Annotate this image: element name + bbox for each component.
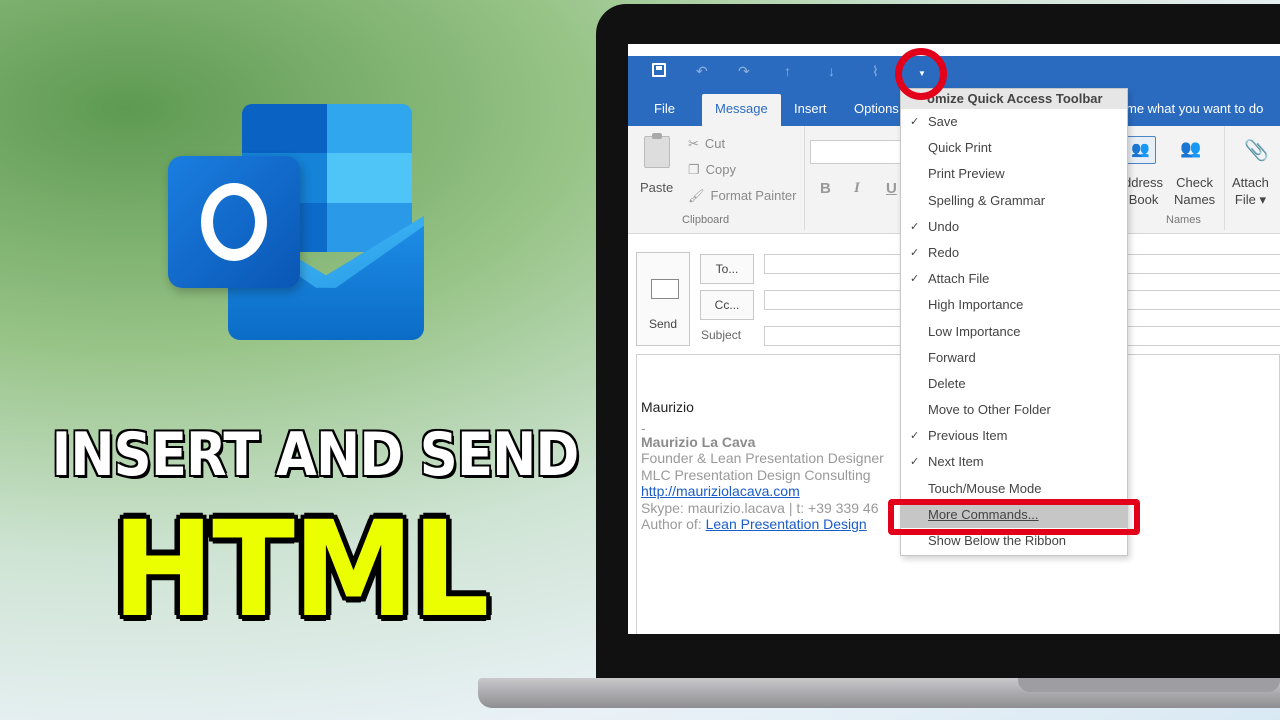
menu-item-label: High Importance	[928, 297, 1024, 313]
names-group-label: Names	[1166, 214, 1201, 226]
menu-item-undo[interactable]: ✓ Undo	[901, 214, 1127, 240]
menu-item-label: Touch/Mouse Mode	[928, 480, 1042, 496]
menu-item-move-to-other-folder[interactable]: Move to Other Folder	[901, 397, 1127, 423]
menu-item-save[interactable]: ✓ Save	[901, 109, 1127, 135]
checkmark-icon: ✓	[910, 220, 920, 233]
italic-button[interactable]: I	[854, 180, 860, 197]
signature-book-link[interactable]: Lean Presentation Design	[706, 516, 867, 532]
menu-item-next-item[interactable]: ✓ Next Item	[901, 449, 1127, 475]
menu-item-previous-item[interactable]: ✓ Previous Item	[901, 423, 1127, 449]
check-names-button[interactable]: Check Names	[1174, 174, 1215, 208]
outlook-logo	[168, 104, 424, 340]
headline-line-1: INSERT AND SEND	[50, 419, 580, 492]
menu-item-label: Low Importance	[928, 323, 1021, 339]
brush-icon: 🖌	[688, 188, 705, 203]
logo-o-badge-icon	[168, 156, 300, 288]
address-book-button[interactable]: ddress Book	[1124, 174, 1163, 208]
menu-item-label: Move to Other Folder	[928, 402, 1051, 418]
customize-qat-dropdown-icon[interactable]: ▼	[918, 69, 926, 78]
underline-button[interactable]: U	[886, 180, 897, 197]
menu-item-label: Print Preview	[928, 166, 1005, 182]
undo-icon[interactable]: ↶	[696, 63, 708, 79]
subject-label: Subject	[701, 328, 742, 342]
checkmark-icon: ✓	[910, 430, 920, 443]
previous-item-icon[interactable]: ↑	[784, 63, 791, 79]
checkmark-icon: ✓	[910, 273, 920, 286]
address-book-icon[interactable]	[1126, 136, 1156, 164]
paperclip-icon[interactable]	[1240, 136, 1270, 164]
attach-file-button[interactable]: Attach File ▾	[1232, 174, 1269, 208]
highlight-circle: ▼	[895, 48, 947, 100]
menu-item-label: Next Item	[928, 454, 984, 470]
attach-file-icon[interactable]: ⌇	[872, 63, 879, 79]
menu-item-forward[interactable]: Forward	[901, 345, 1127, 371]
ribbon-separator	[1224, 126, 1225, 230]
menu-item-print-preview[interactable]: Print Preview	[901, 161, 1127, 187]
menu-item-delete[interactable]: Delete	[901, 371, 1127, 397]
menu-item-label: Save	[928, 114, 958, 129]
checkmark-icon: ✓	[910, 456, 920, 469]
menu-item-label: Quick Print	[928, 140, 992, 156]
cut-button[interactable]: ✂ Cut	[688, 136, 725, 152]
menu-item-label: Show Below the Ribbon	[928, 533, 1067, 548]
format-painter-button[interactable]: 🖌 Format Painter	[688, 188, 797, 204]
menu-item-quick-print[interactable]: Quick Print	[901, 135, 1127, 161]
tab-options[interactable]: Options	[854, 101, 899, 116]
bold-button[interactable]: B	[820, 180, 831, 197]
menu-item-attach-file[interactable]: ✓ Attach File	[901, 266, 1127, 292]
scissors-icon: ✂	[688, 136, 699, 151]
signature-website-link[interactable]: http://mauriziolacava.com	[641, 483, 800, 499]
menu-item-label: Undo	[928, 218, 960, 234]
redo-icon[interactable]: ↷	[738, 63, 750, 79]
paste-button[interactable]: Paste	[640, 180, 673, 195]
customize-qat-menu: omize Quick Access Toolbar ✓ Save Quick Pr…	[900, 88, 1128, 556]
ribbon-separator	[804, 126, 805, 230]
tab-insert[interactable]: Insert	[794, 101, 827, 116]
copy-icon: ❐	[688, 162, 700, 177]
cc-button[interactable]: Cc...	[700, 290, 754, 320]
tab-message[interactable]: Message	[702, 94, 781, 126]
quick-access-toolbar: ↶ ↷ ↑ ↓ ⌇	[628, 56, 1280, 86]
menu-item-spelling-grammar[interactable]: Spelling & Grammar	[901, 188, 1127, 214]
send-button[interactable]: Send	[636, 252, 690, 346]
check-names-icon[interactable]	[1176, 136, 1206, 164]
next-item-icon[interactable]: ↓	[828, 63, 835, 79]
save-icon[interactable]	[652, 63, 666, 77]
to-button[interactable]: To...	[700, 254, 754, 284]
tab-file[interactable]: File	[654, 101, 675, 116]
tell-me-search[interactable]: me what you want to do	[1126, 101, 1263, 116]
highlight-rectangle	[888, 499, 1140, 535]
laptop-notch	[1018, 678, 1280, 692]
headline-line-2: HTML	[112, 493, 489, 647]
clipboard-group-label: Clipboard	[682, 214, 730, 226]
menu-item-high-importance[interactable]: High Importance	[901, 292, 1127, 318]
checkmark-icon: ✓	[910, 116, 920, 128]
menu-item-label: Attach File	[928, 271, 990, 287]
menu-item-low-importance[interactable]: Low Importance	[901, 319, 1127, 345]
menu-item-label: Previous Item	[928, 428, 1008, 444]
font-name-box[interactable]	[810, 140, 906, 164]
checkmark-icon: ✓	[910, 246, 920, 259]
menu-item-label: Delete	[928, 375, 966, 391]
paste-icon[interactable]	[644, 133, 670, 168]
menu-item-label: Redo	[928, 244, 960, 260]
menu-item-label: Forward	[928, 349, 976, 365]
copy-button[interactable]: ❐ Copy	[688, 162, 736, 178]
menu-item-touch-mouse-mode[interactable]: Touch/Mouse Mode	[901, 476, 1127, 502]
menu-item-redo[interactable]: ✓ Redo	[901, 240, 1127, 266]
menu-item-label: Spelling & Grammar	[928, 192, 1046, 208]
